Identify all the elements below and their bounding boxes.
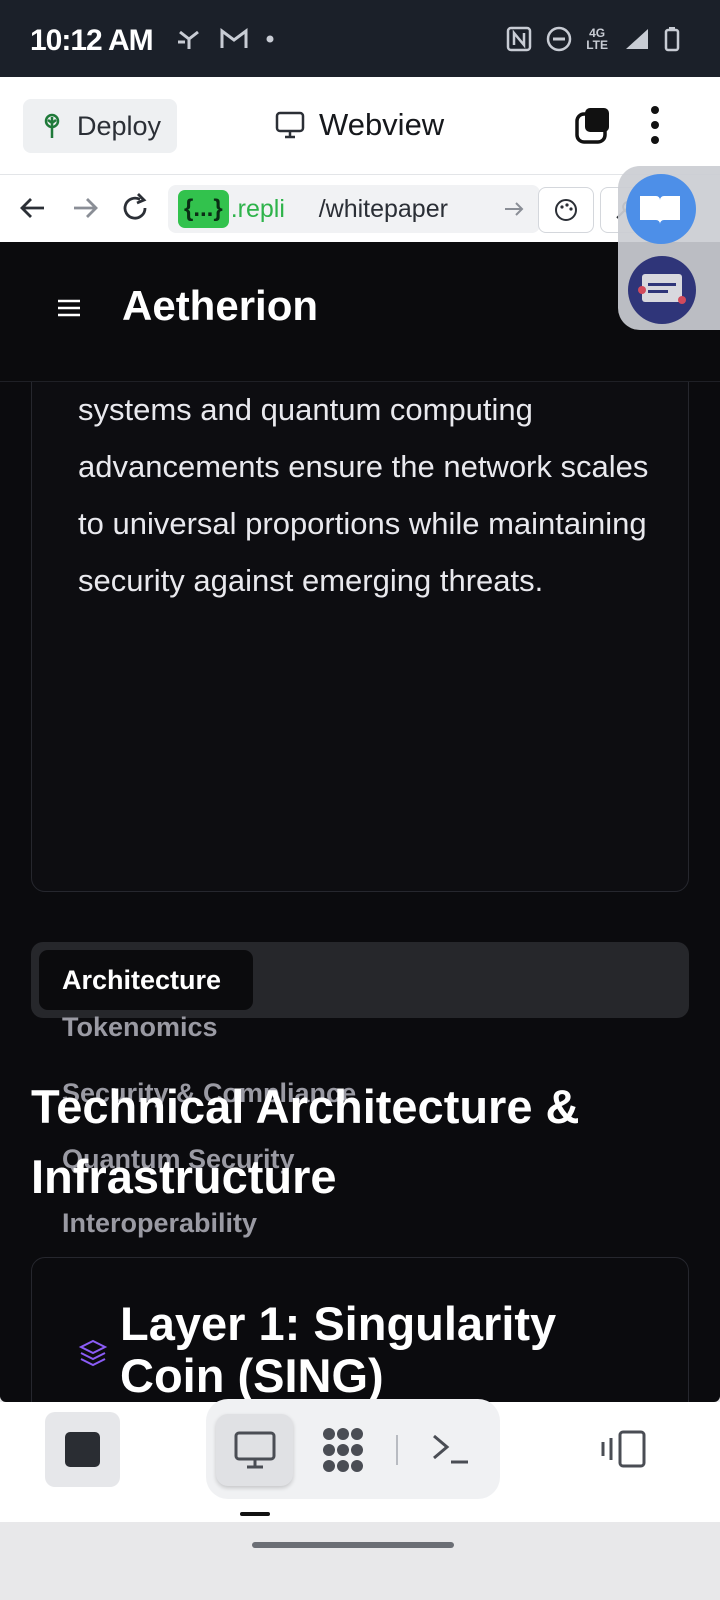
monitor-icon	[275, 111, 305, 139]
book-icon	[640, 196, 680, 224]
site-header: Aetherion	[0, 242, 720, 382]
site-title: Aetherion	[122, 282, 319, 329]
tab-tokenomics[interactable]: Tokenomics	[62, 1012, 218, 1043]
more-vertical-icon[interactable]	[650, 105, 660, 145]
gesture-bar	[0, 1522, 720, 1600]
subtitles-icon	[638, 274, 686, 304]
back-arrow-icon[interactable]	[16, 191, 50, 225]
segment-divider	[396, 1435, 398, 1465]
subtitles-bubble[interactable]	[628, 256, 696, 324]
reader-bubble[interactable]	[626, 174, 696, 244]
section-tabs: Architecture	[31, 942, 689, 1018]
url-bar: {...} .repli /whitepaper	[0, 174, 720, 242]
split-view-icon[interactable]	[600, 1430, 646, 1468]
view-mode-group	[206, 1399, 500, 1499]
tabs-icon[interactable]	[575, 106, 611, 144]
terminal-icon[interactable]	[431, 1432, 471, 1466]
reload-icon[interactable]	[118, 191, 152, 225]
deploy-tree-icon	[44, 113, 60, 138]
status-time: 10:12 AM	[30, 24, 154, 57]
monitor-icon	[234, 1431, 276, 1469]
nfc-icon	[506, 26, 532, 52]
deploy-label: Deploy	[77, 110, 162, 141]
layer1-card: Layer 1: Singularity Coin (SING)	[31, 1257, 689, 1402]
url-path: /whitepaper	[318, 194, 448, 223]
network-type: 4G LTE	[586, 26, 608, 52]
layer1-title: Layer 1: Singularity Coin (SING)	[120, 1297, 557, 1402]
webview-title-label: Webview	[319, 107, 445, 142]
replit-agent-icon[interactable]	[319, 1426, 367, 1474]
dot-icon	[266, 35, 274, 43]
stop-button[interactable]	[45, 1412, 120, 1487]
active-indicator	[240, 1512, 270, 1516]
gmail-icon	[220, 28, 248, 48]
deploy-button[interactable]: Deploy	[23, 99, 177, 153]
layers-icon	[78, 1339, 108, 1367]
webview-mode-button[interactable]	[216, 1414, 293, 1486]
home-indicator[interactable]	[252, 1542, 454, 1548]
screen: 10:12 AM 4G LTE Deploy Webview {...} .re…	[0, 0, 720, 1600]
stop-icon	[65, 1432, 100, 1467]
dnd-icon	[546, 26, 572, 52]
forward-arrow-icon[interactable]	[68, 191, 102, 225]
url-domain: .repli	[230, 194, 285, 223]
fan-icon	[178, 30, 199, 49]
theme-button[interactable]	[538, 187, 594, 233]
battery-icon	[664, 27, 680, 52]
status-bar: 10:12 AM 4G LTE	[0, 0, 720, 77]
replit-badge: {...}	[178, 190, 229, 228]
palette-icon	[555, 199, 577, 221]
go-arrow-icon[interactable]	[502, 197, 526, 221]
section-title: Technical Architecture & Infrastructure	[31, 1080, 580, 1203]
intro-card: ecosystem built around the Singularity C…	[31, 278, 689, 892]
signal-icon	[626, 29, 648, 49]
webview-content: Aetherion ecosystem built around the Sin…	[0, 242, 720, 1402]
app-bar: Deploy Webview	[0, 77, 720, 174]
tab-architecture[interactable]: Architecture	[39, 950, 253, 1010]
tab-interoperability[interactable]: Interoperability	[62, 1208, 257, 1239]
menu-icon[interactable]	[57, 298, 81, 318]
bottom-toolbar	[0, 1399, 720, 1522]
url-input[interactable]: {...} .repli /whitepaper	[168, 185, 540, 233]
webview-title: Webview	[275, 107, 444, 143]
